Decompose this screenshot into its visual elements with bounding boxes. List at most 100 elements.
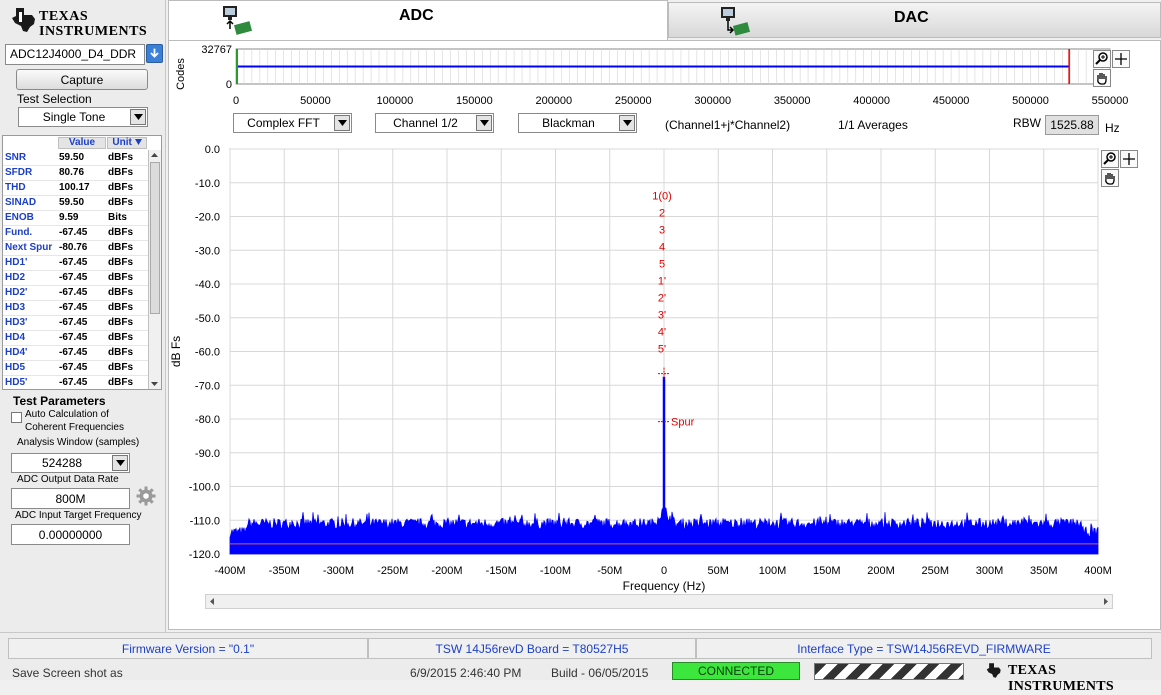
tab-dac-label: DAC (894, 9, 929, 26)
test-selection-select[interactable]: Single Tone (18, 107, 148, 127)
hand-icon (1105, 173, 1115, 185)
metric-unit: dBFs (108, 347, 133, 358)
window-select[interactable]: Blackman (518, 113, 637, 133)
metric-name: THD (5, 182, 26, 193)
codes-x-tick-label: 300000 (694, 95, 731, 107)
scroll-down-icon[interactable] (149, 379, 160, 389)
gear-icon[interactable] (136, 486, 156, 506)
metric-name: HD3' (5, 317, 28, 328)
save-screenshot-button[interactable]: Save Screen shot as (12, 666, 123, 680)
metric-value: -67.45 (59, 227, 88, 238)
metric-unit: dBFs (108, 377, 133, 388)
fft-x-axis-label: Frequency (Hz) (623, 579, 706, 593)
metrics-scrollbar[interactable] (148, 150, 161, 389)
metrics-row: SNR 59.50 dBFs (3, 151, 148, 166)
fft-y-tick-label: -90.0 (195, 448, 220, 460)
device-apply-button[interactable] (146, 44, 163, 63)
fft-y-tick-label: -10.0 (195, 178, 220, 190)
metrics-row: SINAD 59.50 dBFs (3, 196, 148, 211)
fft-x-tick-label: -300M (323, 565, 354, 577)
metrics-row: THD 100.17 dBFs (3, 181, 148, 196)
auto-calc-checkbox[interactable] (11, 412, 22, 423)
fft-horizontal-scrollbar[interactable] (205, 594, 1113, 609)
output-rate-field[interactable]: 800M (11, 488, 130, 509)
texas-map-icon (986, 663, 1001, 678)
metric-name: HD2 (5, 272, 26, 283)
dropdown-arrow-icon (130, 109, 146, 125)
device-select[interactable]: ADC12J4000_D4_DDR (5, 44, 145, 65)
scroll-left-icon[interactable] (206, 595, 218, 608)
fft-y-tick-label: -80.0 (195, 414, 220, 426)
zoom-icon (1103, 152, 1116, 165)
metric-unit: dBFs (108, 332, 133, 343)
metric-value: 59.50 (59, 197, 85, 208)
fft-harmonic-label: 3' (658, 310, 666, 322)
dropdown-arrow-icon (112, 455, 128, 471)
metrics-header-unit[interactable]: Unit (107, 137, 147, 149)
zoom-tool-button[interactable] (1093, 50, 1111, 68)
auto-calc-label-2: Coherent Frequencies (25, 422, 124, 433)
codes-y-tick-label: 32767 (201, 44, 232, 56)
metrics-row: HD4' -67.45 dBFs (3, 346, 148, 361)
scroll-up-icon[interactable] (149, 150, 160, 160)
channel-select[interactable]: Channel 1/2 (375, 113, 494, 133)
input-freq-field[interactable]: 0.00000000 (11, 524, 130, 545)
fft-y-tick-label: -120.0 (189, 549, 220, 561)
fft-pan-tool-button[interactable] (1101, 169, 1119, 187)
fft-y-tick-label: -110.0 (190, 515, 220, 527)
fft-spectrum-chart[interactable]: -400M -350M -300M -250M -200M -150M -100M -50M 0… (170, 140, 1130, 610)
fft-mode-select[interactable]: Complex FFT (233, 113, 352, 133)
metric-value: -67.45 (59, 347, 88, 358)
metric-unit: dBFs (108, 287, 133, 298)
fft-x-tick-label: 400M (1084, 565, 1112, 577)
fft-harmonic-label: 2 (659, 208, 665, 220)
rbw-unit: Hz (1105, 121, 1120, 135)
analysis-window-value: 524288 (42, 456, 83, 470)
metric-unit: dBFs (108, 257, 133, 268)
averages-label: 1/1 Averages (838, 118, 908, 132)
logo-line1: TEXAS (39, 9, 89, 24)
device-select-value: ADC12J4000_D4_DDR (10, 47, 137, 61)
fft-y-tick-label: -50.0 (195, 313, 220, 325)
input-freq-label: ADC Input Target Frequency (15, 510, 142, 521)
fft-y-tick-label: -20.0 (195, 212, 220, 224)
metrics-row: HD2 -67.45 dBFs (3, 271, 148, 286)
metrics-row: HD4 -67.45 dBFs (3, 331, 148, 346)
cursor-tool-button[interactable] (1112, 50, 1130, 68)
metrics-scroll-thumb[interactable] (150, 162, 160, 314)
pan-tool-button[interactable] (1093, 69, 1111, 87)
scroll-right-icon[interactable] (1100, 595, 1112, 608)
ti-logo: TEXAS INSTRUMENTS (6, 4, 161, 39)
metric-unit: dBFs (108, 167, 133, 178)
fft-x-tick-label: -350M (269, 565, 300, 577)
metric-value: -67.45 (59, 377, 88, 388)
fft-harmonic-label: 4' (658, 327, 666, 339)
fft-cursor-tool-button[interactable] (1120, 150, 1138, 168)
fft-harmonic-label: 2' (658, 293, 666, 305)
codes-overview-chart[interactable]: Codes 0 50000 100000 150000 200000 250000 3000… (170, 42, 1160, 110)
rbw-label: RBW (1013, 116, 1041, 130)
test-parameters-title: Test Parameters (13, 394, 106, 408)
fft-harmonic-label: 4 (659, 242, 665, 254)
metric-unit: dBFs (108, 317, 133, 328)
tab-adc[interactable]: ADC (168, 0, 668, 40)
metric-unit: dBFs (108, 197, 133, 208)
metric-value: -67.45 (59, 257, 88, 268)
metric-unit: dBFs (108, 302, 133, 313)
metric-unit: dBFs (108, 182, 133, 193)
fft-x-tick-label: 100M (759, 565, 787, 577)
fft-zoom-tool-button[interactable] (1101, 150, 1119, 168)
fft-x-tick-label: 0 (661, 565, 667, 577)
codes-axis-label: Codes (175, 58, 187, 90)
capture-button[interactable]: Capture (16, 69, 148, 90)
tab-dac[interactable]: DAC (668, 2, 1161, 38)
metric-unit: dBFs (108, 152, 133, 163)
fft-y-tick-label: -30.0 (195, 245, 220, 257)
metric-name: HD1' (5, 257, 28, 268)
metric-value: 100.17 (59, 182, 90, 193)
analysis-window-select[interactable]: 524288 (11, 453, 130, 473)
codes-x-tick-label: 400000 (853, 95, 890, 107)
channel-value: Channel 1/2 (393, 116, 458, 130)
fft-x-tick-label: 250M (921, 565, 949, 577)
fft-x-tick-label: 50M (708, 565, 729, 577)
